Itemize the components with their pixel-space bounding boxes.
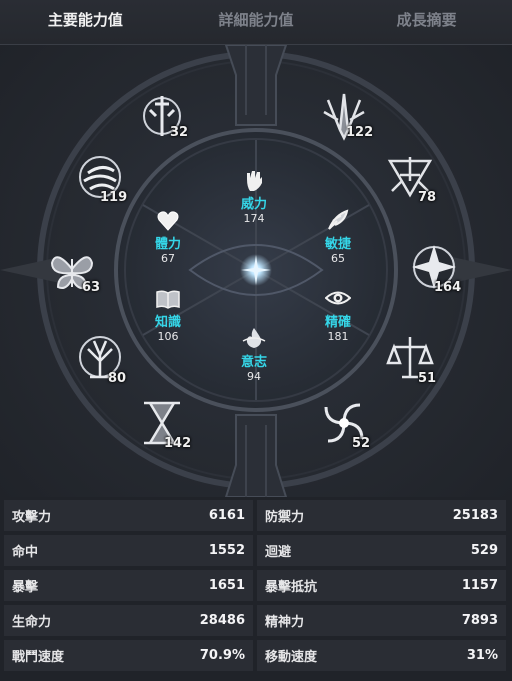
stat-row-label: 移動速度 xyxy=(265,650,318,665)
stat-power[interactable]: 威力 174 xyxy=(224,167,284,226)
tab-main-stats[interactable]: 主要能力值 xyxy=(0,0,171,48)
stat-agility-label: 敏捷 xyxy=(324,237,351,252)
stat-power-label: 威力 xyxy=(240,197,267,212)
book-icon xyxy=(156,290,180,309)
tab-growth-summary[interactable]: 成長摘要 xyxy=(341,0,512,44)
stat-row-label: 攻擊力 xyxy=(12,510,52,525)
stat-will-value: 94 xyxy=(247,370,261,383)
star-value: 164 xyxy=(434,280,462,295)
vortex-value: 52 xyxy=(352,436,371,451)
stat-row-attack: 攻擊力 6161 xyxy=(4,500,253,531)
stat-row-vitality: 生命力 28486 xyxy=(4,605,253,636)
stat-precision-value: 181 xyxy=(327,330,349,343)
tab-bar: 主要能力值 詳細能力值 成長摘要 xyxy=(0,0,512,48)
stat-health-value: 67 xyxy=(161,252,175,265)
stat-row-spirit: 精神力 7893 xyxy=(257,605,506,636)
stat-row-value: 529 xyxy=(470,543,498,558)
stat-row-move-speed: 移動速度 31% xyxy=(257,640,506,671)
stat-will-label: 意志 xyxy=(240,355,267,370)
stat-row-value: 6161 xyxy=(208,508,245,523)
stat-row-critical-resist: 暴擊抵抗 1157 xyxy=(257,570,506,601)
stat-row-value: 1157 xyxy=(461,578,498,593)
stat-row-label: 精神力 xyxy=(265,615,305,630)
stat-row-value: 70.9% xyxy=(199,648,245,663)
flame-icon xyxy=(242,328,266,348)
stat-row-critical: 暴擊 1651 xyxy=(4,570,253,601)
tab-detailed-stats[interactable]: 詳細能力值 xyxy=(171,0,342,44)
thorns-value: 78 xyxy=(418,190,437,205)
wind-value: 119 xyxy=(100,190,128,205)
stat-row-label: 迴避 xyxy=(265,545,292,560)
scales-value: 51 xyxy=(418,371,437,386)
stat-precision[interactable]: 精確 181 xyxy=(308,285,368,344)
stat-row-value: 1651 xyxy=(208,578,245,593)
hourglass-value: 142 xyxy=(164,436,192,451)
stat-row-value: 28486 xyxy=(199,613,245,628)
stat-row-label: 戰鬥速度 xyxy=(12,650,65,665)
stat-row-value: 31% xyxy=(466,648,498,663)
stat-row-label: 生命力 xyxy=(12,615,52,630)
stats-table: 攻擊力 6161 防禦力 25183 命中 1552 迴避 529 暴擊 165… xyxy=(0,497,512,681)
feather-icon xyxy=(328,209,349,230)
stat-row-label: 防禦力 xyxy=(265,510,305,525)
stat-wheel: 32 122 119 78 63 164 80 51 142 52 威力 174 xyxy=(0,45,512,497)
stat-power-value: 174 xyxy=(243,212,265,225)
heart-icon xyxy=(157,211,179,231)
stat-row-label: 命中 xyxy=(12,545,39,560)
butterfly-value: 63 xyxy=(82,280,101,295)
eye-icon xyxy=(324,291,352,305)
stat-health-label: 體力 xyxy=(154,237,181,252)
stat-knowledge-value: 106 xyxy=(157,330,179,343)
stat-row-value: 1552 xyxy=(208,543,245,558)
stat-knowledge[interactable]: 知識 106 xyxy=(138,285,198,344)
tree-value: 80 xyxy=(108,371,127,386)
blades-value: 122 xyxy=(346,125,374,140)
stat-agility[interactable]: 敏捷 65 xyxy=(308,207,368,266)
stat-row-combat-speed: 戰鬥速度 70.9% xyxy=(4,640,253,671)
stat-row-value: 25183 xyxy=(452,508,498,523)
stat-will[interactable]: 意志 94 xyxy=(224,325,284,384)
stat-precision-label: 精確 xyxy=(324,315,351,330)
stat-row-label: 暴擊抵抗 xyxy=(265,580,318,595)
stat-row-label: 暴擊 xyxy=(12,580,39,595)
stat-knowledge-label: 知識 xyxy=(154,315,181,330)
stat-health[interactable]: 體力 67 xyxy=(138,207,198,266)
stat-row-defense: 防禦力 25183 xyxy=(257,500,506,531)
stat-row-value: 7893 xyxy=(461,613,498,628)
sword-value: 32 xyxy=(170,125,189,140)
fist-icon xyxy=(247,171,262,191)
stat-agility-value: 65 xyxy=(331,252,345,265)
stat-row-evasion: 迴避 529 xyxy=(257,535,506,566)
stat-row-accuracy: 命中 1552 xyxy=(4,535,253,566)
